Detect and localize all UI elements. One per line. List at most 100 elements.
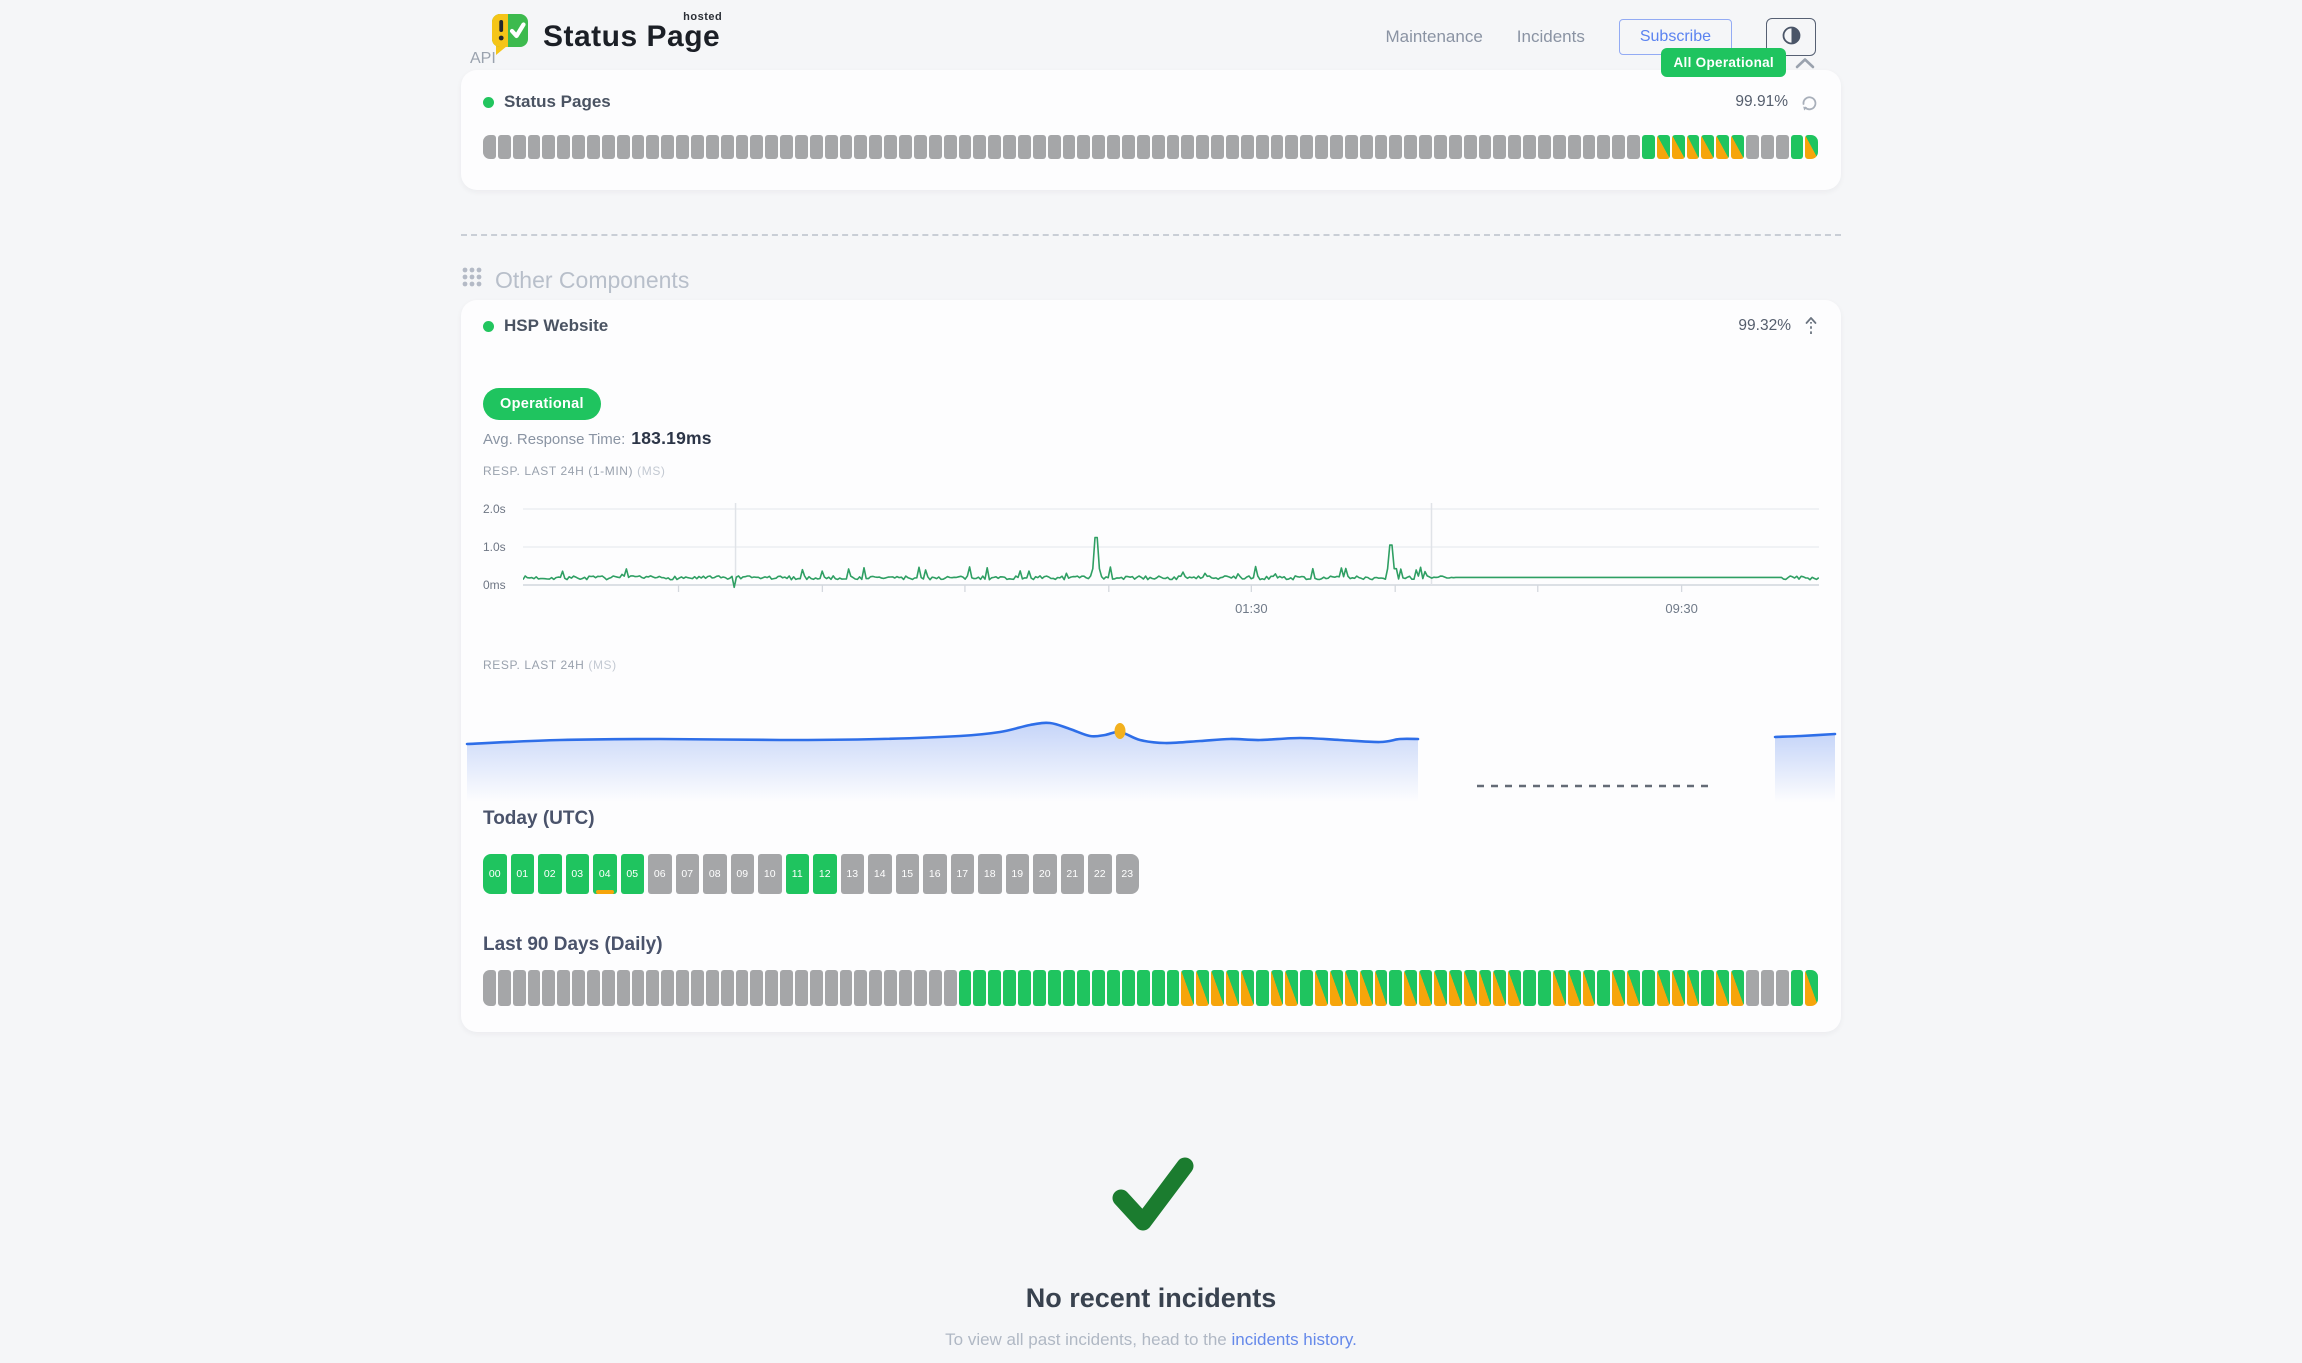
- uptime-bar[interactable]: [1523, 135, 1536, 159]
- uptime-bar[interactable]: [1479, 970, 1492, 1006]
- uptime-bar[interactable]: [1241, 135, 1254, 159]
- uptime-bar[interactable]: [1508, 970, 1521, 1006]
- uptime-bar[interactable]: [1716, 970, 1729, 1006]
- uptime-bar[interactable]: [706, 970, 719, 1006]
- uptime-bar[interactable]: [1092, 135, 1105, 159]
- uptime-bar[interactable]: [899, 135, 912, 159]
- uptime-bar[interactable]: [557, 970, 570, 1006]
- uptime-bar[interactable]: [840, 970, 853, 1006]
- uptime-bar[interactable]: [1642, 970, 1655, 1006]
- uptime-bar[interactable]: [810, 970, 823, 1006]
- uptime-bar[interactable]: [1345, 135, 1358, 159]
- uptime-bar[interactable]: [1404, 135, 1417, 159]
- uptime-bar[interactable]: [1271, 135, 1284, 159]
- uptime-bar[interactable]: [1553, 135, 1566, 159]
- uptime-bar[interactable]: [1761, 135, 1774, 159]
- uptime-bar[interactable]: [646, 135, 659, 159]
- uptime-bar[interactable]: [483, 970, 496, 1006]
- hour-box-04[interactable]: 04: [593, 854, 617, 894]
- uptime-bar[interactable]: [1657, 970, 1670, 1006]
- uptime-bar[interactable]: [1092, 970, 1105, 1006]
- uptime-bar[interactable]: [736, 970, 749, 1006]
- uptime-bar[interactable]: [1805, 970, 1818, 1006]
- uptime-bar[interactable]: [691, 135, 704, 159]
- uptime-bar[interactable]: [1033, 970, 1046, 1006]
- uptime-bar[interactable]: [602, 970, 615, 1006]
- uptime-bar[interactable]: [1672, 970, 1685, 1006]
- uptime-bar[interactable]: [1538, 970, 1551, 1006]
- uptime-bar[interactable]: [1568, 970, 1581, 1006]
- uptime-bar[interactable]: [1746, 135, 1759, 159]
- hour-box-00[interactable]: 00: [483, 854, 507, 894]
- hour-box-16[interactable]: 16: [923, 854, 947, 894]
- uptime-bar[interactable]: [1642, 135, 1655, 159]
- hour-box-19[interactable]: 19: [1006, 854, 1030, 894]
- uptime-bar[interactable]: [1375, 135, 1388, 159]
- uptime-bar[interactable]: [1776, 135, 1789, 159]
- chevron-up-icon[interactable]: [1794, 56, 1816, 70]
- uptime-bar[interactable]: [721, 135, 734, 159]
- uptime-bar[interactable]: [1137, 970, 1150, 1006]
- collapse-up-arrow-icon[interactable]: [1803, 316, 1819, 336]
- uptime-bar[interactable]: [1345, 970, 1358, 1006]
- uptime-bar[interactable]: [780, 970, 793, 1006]
- uptime-bar[interactable]: [572, 970, 585, 1006]
- hour-box-10[interactable]: 10: [758, 854, 782, 894]
- uptime-bar[interactable]: [721, 970, 734, 1006]
- uptime-bar[interactable]: [1701, 135, 1714, 159]
- refresh-icon[interactable]: [1800, 94, 1819, 111]
- uptime-bar[interactable]: [1404, 970, 1417, 1006]
- uptime-bar[interactable]: [1612, 135, 1625, 159]
- uptime-bar[interactable]: [1583, 135, 1596, 159]
- uptime-bar[interactable]: [944, 135, 957, 159]
- uptime-bar[interactable]: [617, 970, 630, 1006]
- uptime-bar[interactable]: [1479, 135, 1492, 159]
- uptime-bar[interactable]: [750, 970, 763, 1006]
- uptime-bar[interactable]: [1048, 970, 1061, 1006]
- hour-box-06[interactable]: 06: [648, 854, 672, 894]
- uptime-bar[interactable]: [1003, 970, 1016, 1006]
- uptime-bar[interactable]: [973, 135, 986, 159]
- uptime-bar[interactable]: [1508, 135, 1521, 159]
- uptime-bar[interactable]: [1464, 970, 1477, 1006]
- uptime-bar[interactable]: [795, 135, 808, 159]
- uptime-bar[interactable]: [869, 135, 882, 159]
- uptime-bar[interactable]: [1018, 135, 1031, 159]
- uptime-bar[interactable]: [676, 135, 689, 159]
- hour-box-08[interactable]: 08: [703, 854, 727, 894]
- uptime-bar[interactable]: [1211, 970, 1224, 1006]
- uptime-bar[interactable]: [1256, 970, 1269, 1006]
- uptime-bar[interactable]: [632, 135, 645, 159]
- uptime-bar[interactable]: [1761, 970, 1774, 1006]
- uptime-bar[interactable]: [617, 135, 630, 159]
- uptime-bar[interactable]: [1048, 135, 1061, 159]
- uptime-bar[interactable]: [498, 135, 511, 159]
- uptime-bar[interactable]: [1330, 970, 1343, 1006]
- uptime-bar[interactable]: [1167, 970, 1180, 1006]
- uptime-bar[interactable]: [587, 135, 600, 159]
- uptime-bar[interactable]: [1731, 135, 1744, 159]
- uptime-bar[interactable]: [929, 135, 942, 159]
- uptime-bar[interactable]: [765, 135, 778, 159]
- hour-box-20[interactable]: 20: [1033, 854, 1057, 894]
- uptime-bar[interactable]: [498, 970, 511, 1006]
- uptime-bar[interactable]: [1256, 135, 1269, 159]
- hour-box-09[interactable]: 09: [731, 854, 755, 894]
- uptime-bar[interactable]: [988, 970, 1001, 1006]
- uptime-bar[interactable]: [1181, 135, 1194, 159]
- uptime-bar[interactable]: [1419, 135, 1432, 159]
- uptime-bar[interactable]: [528, 135, 541, 159]
- uptime-bar[interactable]: [1538, 135, 1551, 159]
- uptime-bar[interactable]: [1152, 135, 1165, 159]
- uptime-bar[interactable]: [1597, 970, 1610, 1006]
- uptime-bar[interactable]: [1553, 970, 1566, 1006]
- hour-box-18[interactable]: 18: [978, 854, 1002, 894]
- uptime-bar[interactable]: [1137, 135, 1150, 159]
- uptime-bar[interactable]: [1196, 135, 1209, 159]
- uptime-bar[interactable]: [542, 970, 555, 1006]
- uptime-bar[interactable]: [1419, 970, 1432, 1006]
- uptime-bar[interactable]: [1226, 135, 1239, 159]
- hour-box-01[interactable]: 01: [511, 854, 535, 894]
- incidents-history-link[interactable]: incidents history.: [1231, 1330, 1356, 1349]
- uptime-bar[interactable]: [1063, 970, 1076, 1006]
